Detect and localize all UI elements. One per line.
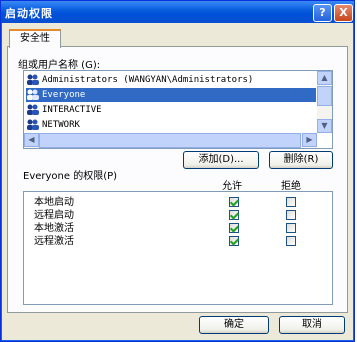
- scroll-right-arrow-icon[interactable]: ▶: [302, 133, 317, 147]
- add-button[interactable]: 添加(D)...: [183, 151, 259, 169]
- users-group-icon: [26, 119, 40, 130]
- deny-remote-launch-checkbox[interactable]: [286, 210, 296, 220]
- users-group-icon: [26, 74, 40, 85]
- deny-local-activation-checkbox[interactable]: [286, 223, 296, 233]
- window-title: 启动权限: [5, 7, 53, 20]
- cancel-button[interactable]: 取消: [279, 316, 345, 334]
- deny-column-header: 拒绝: [281, 181, 301, 192]
- tab-security[interactable]: 安全性: [9, 29, 61, 48]
- deny-local-launch-checkbox[interactable]: [286, 197, 296, 207]
- list-item[interactable]: NETWORK: [26, 118, 316, 132]
- dialog-window: 启动权限 ? X 安全性 组或用户名称 (G): Administrators …: [0, 0, 355, 342]
- scroll-up-arrow-icon[interactable]: ▲: [317, 71, 332, 85]
- principals-listbox[interactable]: Administrators (WANGYAN\Administrators) …: [23, 70, 333, 149]
- help-button[interactable]: ?: [313, 4, 332, 22]
- allow-local-launch-checkbox[interactable]: [229, 197, 239, 207]
- allow-column-header: 允许: [222, 181, 242, 192]
- close-button[interactable]: X: [334, 4, 353, 22]
- allow-local-activation-checkbox[interactable]: [229, 223, 239, 233]
- permission-row: 本地启动: [34, 197, 74, 208]
- permission-row: 远程激活: [34, 236, 74, 247]
- list-item[interactable]: Administrators (WANGYAN\Administrators): [26, 73, 316, 87]
- scroll-left-arrow-icon[interactable]: ◀: [24, 133, 39, 147]
- principal-name: NETWORK: [42, 120, 80, 130]
- list-item[interactable]: Everyone: [26, 88, 316, 102]
- list-item[interactable]: INTERACTIVE: [26, 103, 316, 117]
- horizontal-scrollbar[interactable]: ◀ ▶: [24, 133, 317, 148]
- permissions-list: 本地启动 远程启动 本地激活 远程激活: [23, 191, 333, 305]
- deny-remote-activation-checkbox[interactable]: [286, 236, 296, 246]
- remove-button[interactable]: 删除(R): [269, 151, 333, 169]
- principal-name: Administrators (WANGYAN\Administrators): [42, 75, 254, 85]
- principal-name: Everyone: [42, 90, 86, 100]
- users-group-icon: [26, 89, 40, 100]
- vertical-scrollbar[interactable]: ▲ ▼: [317, 71, 332, 133]
- scroll-down-arrow-icon[interactable]: ▼: [317, 119, 332, 133]
- ok-button[interactable]: 确定: [199, 316, 269, 334]
- permission-row: 远程启动: [34, 210, 74, 221]
- users-group-icon: [26, 104, 40, 115]
- allow-remote-activation-checkbox[interactable]: [229, 236, 239, 246]
- permissions-label: Everyone 的权限(P): [23, 171, 118, 182]
- allow-remote-launch-checkbox[interactable]: [229, 210, 239, 220]
- principals-label: 组或用户名称 (G):: [18, 60, 101, 71]
- horizontal-scroll-thumb[interactable]: [39, 133, 301, 148]
- principal-name: INTERACTIVE: [42, 105, 102, 115]
- title-bar[interactable]: 启动权限 ? X: [1, 1, 354, 23]
- vertical-scroll-thumb[interactable]: [317, 86, 332, 106]
- permission-row: 本地激活: [34, 223, 74, 234]
